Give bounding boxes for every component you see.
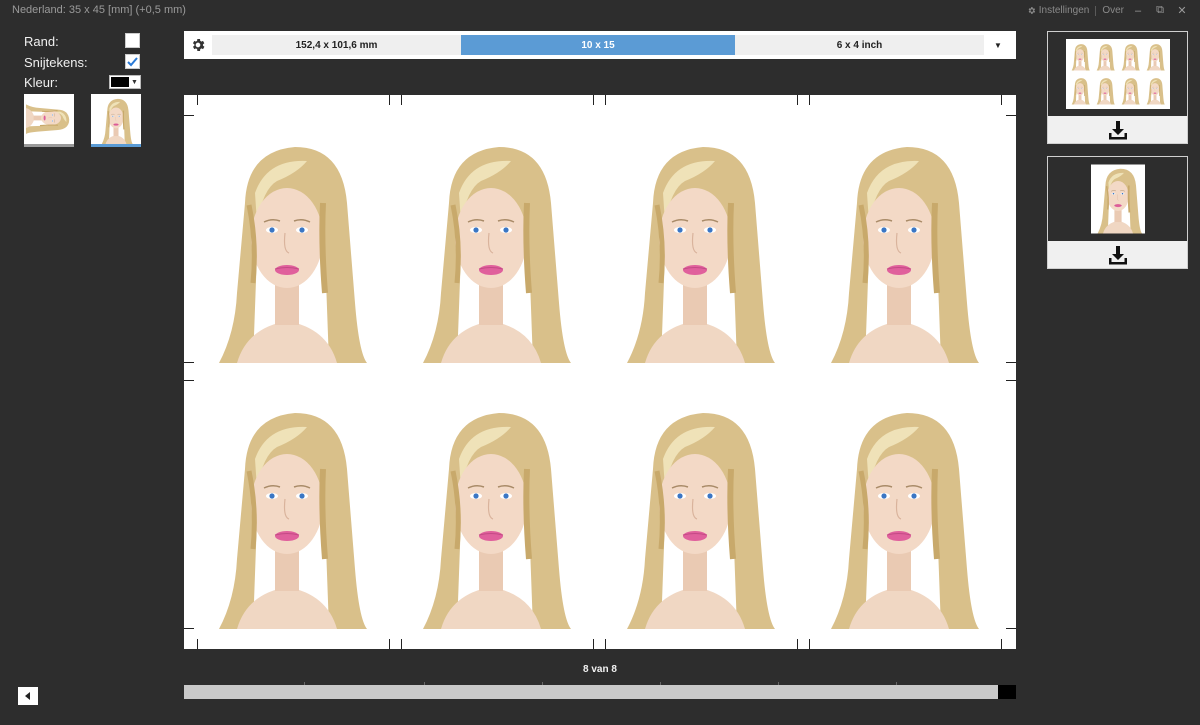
cut-mark: [605, 639, 606, 649]
export-sheet-panel: [1047, 31, 1188, 144]
portrait-image: [197, 133, 377, 363]
portrait-image: [809, 399, 989, 629]
scroll-tick: [542, 682, 543, 685]
photo-cell: [197, 399, 377, 629]
single-photo-thumbnail[interactable]: [1048, 157, 1187, 241]
cut-mark: [1001, 639, 1002, 649]
portrait-landscape-image: [26, 100, 72, 136]
cut-mark: [797, 639, 798, 649]
portrait-image: [197, 399, 377, 629]
cut-mark: [593, 639, 594, 649]
cut-mark: [389, 95, 390, 105]
scroll-tick: [424, 682, 425, 685]
scroll-tick: [778, 682, 779, 685]
back-button[interactable]: [18, 687, 38, 705]
cut-mark: [401, 639, 402, 649]
chevron-down-icon: ▼: [131, 78, 138, 86]
portrait-image: [605, 399, 785, 629]
cut-mark: [809, 639, 810, 649]
export-single-panel: [1047, 156, 1188, 269]
cut-mark: [184, 628, 194, 629]
photo-cell: [605, 399, 785, 629]
cut-mark: [797, 95, 798, 105]
download-sheet-button[interactable]: [1048, 116, 1187, 143]
settings-link[interactable]: Instellingen: [1027, 5, 1090, 16]
orientation-portrait-thumb[interactable]: [91, 94, 141, 147]
photo-cell: [809, 133, 989, 363]
sheet-thumbnail[interactable]: [1048, 32, 1187, 116]
cutmarks-label: Snijtekens:: [24, 55, 88, 70]
portrait-image: [97, 96, 135, 144]
scrollbar-thumb[interactable]: [998, 685, 1016, 699]
portrait-image: [809, 133, 989, 363]
color-label: Kleur:: [24, 75, 58, 90]
close-icon[interactable]: ✕: [1174, 4, 1190, 17]
size-option-6x4-inch[interactable]: 6 x 4 inch: [735, 35, 984, 55]
portrait-image: [401, 399, 581, 629]
size-dropdown-icon[interactable]: ▼: [984, 41, 1012, 50]
cut-mark: [401, 95, 402, 105]
scroll-tick: [304, 682, 305, 685]
titlebar-controls: Instellingen Over – ⧉ ✕: [1027, 4, 1190, 17]
photo-cell: [401, 399, 581, 629]
print-sheet-preview: [184, 95, 1016, 649]
scroll-tick: [896, 682, 897, 685]
window-title: Nederland: 35 x 45 [mm] (+0,5 mm): [12, 4, 186, 16]
cut-mark: [197, 639, 198, 649]
divider: [1095, 5, 1097, 16]
gear-icon: [1028, 7, 1035, 14]
paper-size-bar: 152,4 x 101,6 mm 10 x 15 6 x 4 inch ▼: [184, 31, 1016, 59]
download-icon: [1108, 245, 1127, 264]
photo-cell: [197, 133, 377, 363]
cut-mark: [184, 380, 194, 381]
single-photo-image: [1090, 164, 1145, 234]
cut-mark: [389, 639, 390, 649]
layout-settings-button[interactable]: [184, 31, 212, 59]
size-option-152x101[interactable]: 152,4 x 101,6 mm: [212, 35, 461, 55]
cutmarks-checkbox[interactable]: [125, 54, 140, 69]
cut-mark: [1001, 95, 1002, 105]
cut-mark: [184, 115, 194, 116]
cut-mark: [809, 95, 810, 105]
photo-cell: [605, 133, 785, 363]
cut-mark: [1006, 115, 1016, 116]
border-label: Rand:: [24, 34, 59, 49]
checkmark-icon: [127, 57, 138, 67]
cut-mark: [593, 95, 594, 105]
cut-mark: [1006, 380, 1016, 381]
cut-mark: [1006, 628, 1016, 629]
page-indicator: 8 van 8: [583, 664, 617, 675]
download-icon: [1108, 120, 1127, 139]
photo-cell: [809, 399, 989, 629]
restore-icon[interactable]: ⧉: [1152, 4, 1168, 17]
orientation-landscape-thumb[interactable]: [24, 94, 74, 147]
border-checkbox[interactable]: [125, 33, 140, 48]
minimize-icon[interactable]: –: [1130, 5, 1146, 17]
portrait-image: [401, 133, 581, 363]
cut-mark: [1006, 362, 1016, 363]
arrow-left-icon: [25, 692, 30, 700]
cut-mark: [605, 95, 606, 105]
cut-mark: [197, 95, 198, 105]
photo-cell: [401, 133, 581, 363]
color-picker[interactable]: ▼: [109, 75, 141, 89]
cut-mark: [184, 362, 194, 363]
scroll-tick: [660, 682, 661, 685]
gear-icon: [192, 39, 205, 51]
sheet-thumbnail-image: [1065, 39, 1170, 109]
settings-label: Instellingen: [1038, 5, 1090, 16]
about-link[interactable]: Over: [1102, 5, 1124, 16]
color-swatch: [111, 77, 129, 87]
portrait-image: [605, 133, 785, 363]
page-scrollbar[interactable]: [184, 682, 1016, 699]
size-option-10x15[interactable]: 10 x 15: [461, 35, 735, 55]
download-single-button[interactable]: [1048, 241, 1187, 268]
